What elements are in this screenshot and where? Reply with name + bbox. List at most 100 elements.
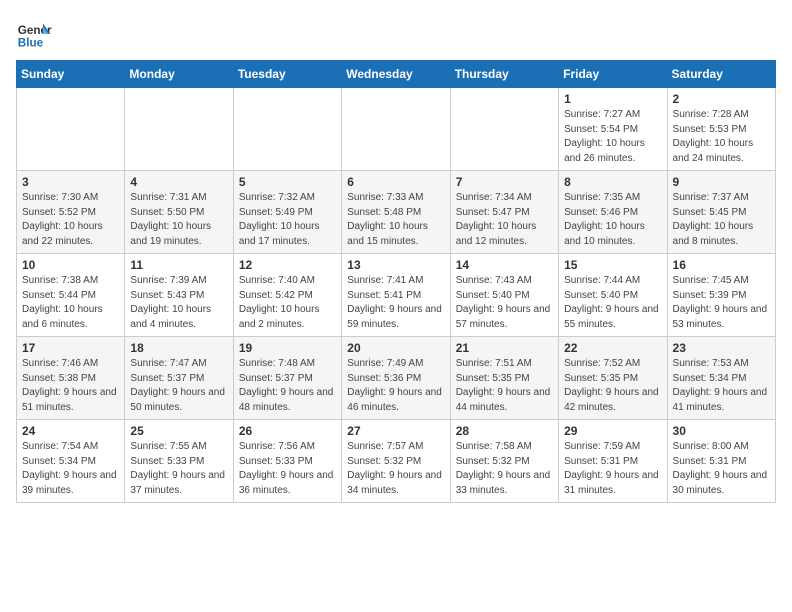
calendar-cell xyxy=(342,88,450,171)
day-number: 10 xyxy=(22,258,119,272)
day-info: Sunrise: 7:45 AM Sunset: 5:39 PM Dayligh… xyxy=(673,274,770,332)
calendar-cell xyxy=(125,88,233,171)
day-number: 7 xyxy=(456,175,553,189)
day-info: Sunrise: 7:41 AM Sunset: 5:41 PM Dayligh… xyxy=(347,274,444,332)
day-number: 19 xyxy=(239,341,336,355)
day-info: Sunrise: 7:30 AM Sunset: 5:52 PM Dayligh… xyxy=(22,191,119,249)
day-number: 16 xyxy=(673,258,770,272)
day-number: 25 xyxy=(130,424,227,438)
day-number: 9 xyxy=(673,175,770,189)
day-info: Sunrise: 7:39 AM Sunset: 5:43 PM Dayligh… xyxy=(130,274,227,332)
day-info: Sunrise: 7:47 AM Sunset: 5:37 PM Dayligh… xyxy=(130,357,227,415)
calendar-cell: 4 Sunrise: 7:31 AM Sunset: 5:50 PM Daylig… xyxy=(125,171,233,254)
day-number: 28 xyxy=(456,424,553,438)
day-info: Sunrise: 7:28 AM Sunset: 5:53 PM Dayligh… xyxy=(673,108,770,166)
weekday-header-sunday: Sunday xyxy=(17,61,125,88)
day-number: 1 xyxy=(564,92,661,106)
page-header: General Blue xyxy=(16,16,776,52)
calendar-cell: 9 Sunrise: 7:37 AM Sunset: 5:45 PM Daylig… xyxy=(667,171,775,254)
calendar-cell: 8 Sunrise: 7:35 AM Sunset: 5:46 PM Daylig… xyxy=(559,171,667,254)
day-info: Sunrise: 7:46 AM Sunset: 5:38 PM Dayligh… xyxy=(22,357,119,415)
day-number: 23 xyxy=(673,341,770,355)
calendar-cell: 15 Sunrise: 7:44 AM Sunset: 5:40 PM Dayli… xyxy=(559,254,667,337)
day-info: Sunrise: 7:44 AM Sunset: 5:40 PM Dayligh… xyxy=(564,274,661,332)
calendar-cell: 23 Sunrise: 7:53 AM Sunset: 5:34 PM Dayli… xyxy=(667,337,775,420)
calendar-cell: 29 Sunrise: 7:59 AM Sunset: 5:31 PM Dayli… xyxy=(559,420,667,503)
logo: General Blue xyxy=(16,16,52,52)
day-info: Sunrise: 7:34 AM Sunset: 5:47 PM Dayligh… xyxy=(456,191,553,249)
weekday-header-saturday: Saturday xyxy=(667,61,775,88)
day-info: Sunrise: 7:58 AM Sunset: 5:32 PM Dayligh… xyxy=(456,440,553,498)
day-info: Sunrise: 7:48 AM Sunset: 5:37 PM Dayligh… xyxy=(239,357,336,415)
weekday-header-friday: Friday xyxy=(559,61,667,88)
day-info: Sunrise: 7:27 AM Sunset: 5:54 PM Dayligh… xyxy=(564,108,661,166)
weekday-header-tuesday: Tuesday xyxy=(233,61,341,88)
day-number: 14 xyxy=(456,258,553,272)
calendar-cell: 10 Sunrise: 7:38 AM Sunset: 5:44 PM Dayli… xyxy=(17,254,125,337)
calendar-cell: 26 Sunrise: 7:56 AM Sunset: 5:33 PM Dayli… xyxy=(233,420,341,503)
day-info: Sunrise: 7:54 AM Sunset: 5:34 PM Dayligh… xyxy=(22,440,119,498)
calendar-cell: 1 Sunrise: 7:27 AM Sunset: 5:54 PM Daylig… xyxy=(559,88,667,171)
calendar-cell: 20 Sunrise: 7:49 AM Sunset: 5:36 PM Dayli… xyxy=(342,337,450,420)
day-info: Sunrise: 7:53 AM Sunset: 5:34 PM Dayligh… xyxy=(673,357,770,415)
day-number: 5 xyxy=(239,175,336,189)
day-info: Sunrise: 7:31 AM Sunset: 5:50 PM Dayligh… xyxy=(130,191,227,249)
calendar-cell: 28 Sunrise: 7:58 AM Sunset: 5:32 PM Dayli… xyxy=(450,420,558,503)
day-number: 6 xyxy=(347,175,444,189)
day-info: Sunrise: 7:40 AM Sunset: 5:42 PM Dayligh… xyxy=(239,274,336,332)
day-number: 20 xyxy=(347,341,444,355)
calendar-cell: 22 Sunrise: 7:52 AM Sunset: 5:35 PM Dayli… xyxy=(559,337,667,420)
calendar-cell: 17 Sunrise: 7:46 AM Sunset: 5:38 PM Dayli… xyxy=(17,337,125,420)
calendar-cell: 13 Sunrise: 7:41 AM Sunset: 5:41 PM Dayli… xyxy=(342,254,450,337)
day-number: 26 xyxy=(239,424,336,438)
calendar-table: SundayMondayTuesdayWednesdayThursdayFrid… xyxy=(16,60,776,503)
calendar-cell: 18 Sunrise: 7:47 AM Sunset: 5:37 PM Dayli… xyxy=(125,337,233,420)
day-number: 22 xyxy=(564,341,661,355)
calendar-cell xyxy=(233,88,341,171)
day-info: Sunrise: 7:43 AM Sunset: 5:40 PM Dayligh… xyxy=(456,274,553,332)
day-number: 15 xyxy=(564,258,661,272)
day-number: 3 xyxy=(22,175,119,189)
svg-text:Blue: Blue xyxy=(18,37,44,50)
day-info: Sunrise: 7:33 AM Sunset: 5:48 PM Dayligh… xyxy=(347,191,444,249)
calendar-cell: 21Sunrise: 7:51 AM Sunset: 5:35 PM Dayli… xyxy=(450,337,558,420)
day-info: Sunrise: 7:57 AM Sunset: 5:32 PM Dayligh… xyxy=(347,440,444,498)
calendar-cell: 3 Sunrise: 7:30 AM Sunset: 5:52 PM Daylig… xyxy=(17,171,125,254)
day-number: 13 xyxy=(347,258,444,272)
calendar-cell: 7 Sunrise: 7:34 AM Sunset: 5:47 PM Daylig… xyxy=(450,171,558,254)
weekday-header-thursday: Thursday xyxy=(450,61,558,88)
day-info: Sunrise: 7:35 AM Sunset: 5:46 PM Dayligh… xyxy=(564,191,661,249)
calendar-cell: 5Sunrise: 7:32 AM Sunset: 5:49 PM Daylig… xyxy=(233,171,341,254)
day-number: 29 xyxy=(564,424,661,438)
day-number: 21 xyxy=(456,341,553,355)
day-number: 2 xyxy=(673,92,770,106)
day-number: 12 xyxy=(239,258,336,272)
day-number: 24 xyxy=(22,424,119,438)
day-number: 17 xyxy=(22,341,119,355)
calendar-cell: 12 Sunrise: 7:40 AM Sunset: 5:42 PM Dayli… xyxy=(233,254,341,337)
calendar-cell: 14 Sunrise: 7:43 AM Sunset: 5:40 PM Dayli… xyxy=(450,254,558,337)
calendar-cell: 25 Sunrise: 7:55 AM Sunset: 5:33 PM Dayli… xyxy=(125,420,233,503)
day-number: 11 xyxy=(130,258,227,272)
day-number: 4 xyxy=(130,175,227,189)
calendar-cell xyxy=(17,88,125,171)
day-info: Sunrise: 7:38 AM Sunset: 5:44 PM Dayligh… xyxy=(22,274,119,332)
day-info: Sunrise: 7:52 AM Sunset: 5:35 PM Dayligh… xyxy=(564,357,661,415)
day-info: Sunrise: 7:55 AM Sunset: 5:33 PM Dayligh… xyxy=(130,440,227,498)
day-info: Sunrise: 7:37 AM Sunset: 5:45 PM Dayligh… xyxy=(673,191,770,249)
calendar-cell: 19 Sunrise: 7:48 AM Sunset: 5:37 PM Dayli… xyxy=(233,337,341,420)
calendar-cell: 16 Sunrise: 7:45 AM Sunset: 5:39 PM Dayli… xyxy=(667,254,775,337)
logo-icon: General Blue xyxy=(16,16,52,52)
day-number: 30 xyxy=(673,424,770,438)
day-info: Sunrise: 7:59 AM Sunset: 5:31 PM Dayligh… xyxy=(564,440,661,498)
day-info: Sunrise: 7:49 AM Sunset: 5:36 PM Dayligh… xyxy=(347,357,444,415)
calendar-cell xyxy=(450,88,558,171)
weekday-header-monday: Monday xyxy=(125,61,233,88)
day-info: Sunrise: 8:00 AM Sunset: 5:31 PM Dayligh… xyxy=(673,440,770,498)
calendar-cell: 6 Sunrise: 7:33 AM Sunset: 5:48 PM Daylig… xyxy=(342,171,450,254)
day-number: 8 xyxy=(564,175,661,189)
calendar-cell: 27Sunrise: 7:57 AM Sunset: 5:32 PM Dayli… xyxy=(342,420,450,503)
calendar-cell: 24 Sunrise: 7:54 AM Sunset: 5:34 PM Dayli… xyxy=(17,420,125,503)
day-number: 18 xyxy=(130,341,227,355)
day-info: Sunrise: 7:56 AM Sunset: 5:33 PM Dayligh… xyxy=(239,440,336,498)
